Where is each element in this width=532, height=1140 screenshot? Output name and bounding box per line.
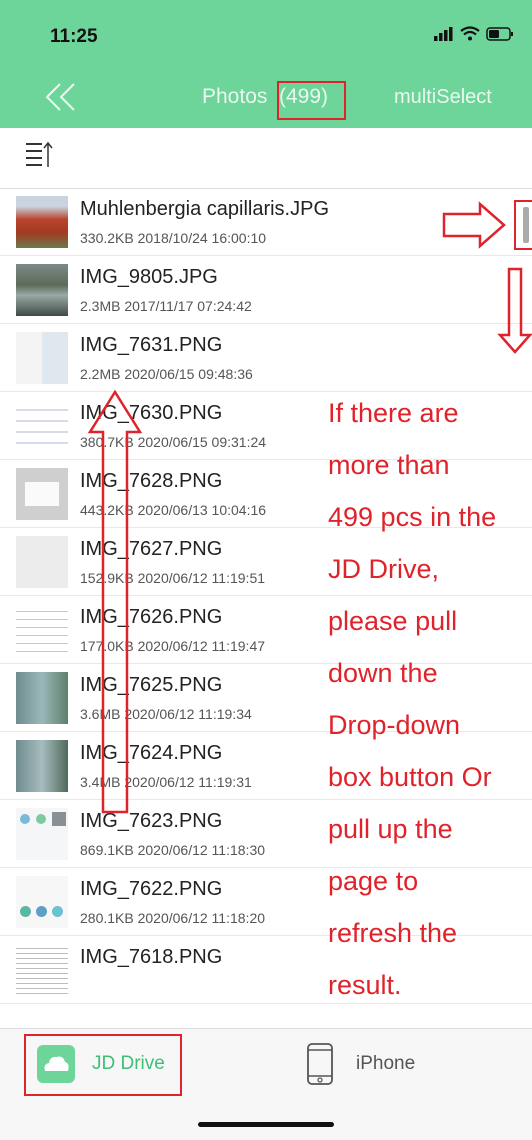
- file-name: IMG_7622.PNG: [80, 878, 223, 900]
- back-double-chevron-icon[interactable]: [44, 82, 78, 112]
- file-meta: 152.9KB 2020/06/12 11:19:51: [80, 570, 266, 586]
- annotation-line: refresh the: [328, 918, 458, 948]
- file-meta: 330.2KB 2018/10/24 16:00:10: [80, 230, 267, 246]
- file-thumbnail: [16, 536, 68, 588]
- file-thumbnail: [16, 468, 68, 520]
- multi-select-button[interactable]: multiSelect: [394, 86, 492, 109]
- file-name: IMG_7627.PNG: [80, 538, 223, 560]
- annotation-text: If there are more than 499 pcs in the JD…: [328, 398, 532, 1022]
- annotation-line: result.: [328, 970, 402, 1000]
- status-bar: 11:25: [0, 0, 532, 70]
- annotation-line: please pull: [328, 606, 458, 636]
- file-name: IMG_7618.PNG: [80, 946, 223, 968]
- file-meta: 280.1KB 2020/06/12 11:18:20: [80, 910, 266, 926]
- count-highlight-box: [277, 81, 346, 120]
- phone-icon: [307, 1043, 333, 1085]
- annotation-line: Drop-down: [328, 710, 461, 740]
- annotation-line: 499 pcs in the: [328, 502, 497, 532]
- annotation-line: down the: [328, 658, 438, 688]
- status-icons: [434, 26, 514, 41]
- file-thumbnail: [16, 604, 68, 656]
- navigation-bar: Photos (499) multiSelect: [0, 70, 532, 128]
- file-name: IMG_9805.JPG: [80, 266, 218, 288]
- file-name: IMG_7631.PNG: [80, 334, 223, 356]
- file-meta: 443.2KB 2020/06/13 10:04:16: [80, 502, 267, 518]
- dropdown-box-button[interactable]: [514, 200, 532, 250]
- signal-icon: [434, 26, 453, 41]
- file-name: IMG_7630.PNG: [80, 402, 223, 424]
- file-name: IMG_7623.PNG: [80, 810, 223, 832]
- sort-icon[interactable]: [25, 140, 55, 170]
- file-thumbnail: [16, 740, 68, 792]
- file-meta: 2.2MB 2020/06/15 09:48:36: [80, 366, 253, 382]
- file-meta: 380.7KB 2020/06/15 09:31:24: [80, 434, 267, 450]
- annotation-line: box button Or: [328, 762, 492, 792]
- file-name: IMG_7626.PNG: [80, 606, 223, 628]
- tab-label: iPhone: [356, 1053, 416, 1074]
- file-name: IMG_7625.PNG: [80, 674, 223, 696]
- file-name: IMG_7628.PNG: [80, 470, 223, 492]
- file-row[interactable]: IMG_9805.JPG 2.3MB 2017/11/17 07:24:42: [0, 256, 532, 324]
- file-row[interactable]: IMG_7631.PNG 2.2MB 2020/06/15 09:48:36: [0, 324, 532, 392]
- file-meta: 869.1KB 2020/06/12 11:18:30: [80, 842, 266, 858]
- battery-icon: [486, 26, 513, 41]
- file-meta: 177.0KB 2020/06/12 11:19:47: [80, 638, 266, 654]
- file-thumbnail: [16, 876, 68, 928]
- file-thumbnail: [16, 332, 68, 384]
- file-meta: 3.4MB 2020/06/12 11:19:31: [80, 774, 252, 790]
- file-meta: 3.6MB 2020/06/12 11:19:34: [80, 706, 252, 722]
- wifi-icon: [460, 26, 480, 41]
- list-toolbar: [0, 128, 532, 189]
- annotation-line: page to: [328, 866, 419, 896]
- annotation-line: pull up the: [328, 814, 453, 844]
- file-thumbnail: [16, 264, 68, 316]
- tab-iphone[interactable]: iPhone: [306, 1043, 426, 1085]
- annotation-line: If there are: [328, 398, 459, 428]
- file-name: Muhlenbergia capillaris.JPG: [80, 198, 330, 220]
- file-row[interactable]: Muhlenbergia capillaris.JPG 330.2KB 2018…: [0, 188, 532, 256]
- page-title: Photos: [202, 85, 268, 108]
- file-thumbnail: [16, 672, 68, 724]
- file-thumbnail: [16, 944, 68, 996]
- status-time: 11:25: [50, 26, 98, 47]
- home-indicator: [198, 1122, 334, 1127]
- file-name: IMG_7624.PNG: [80, 742, 223, 764]
- file-meta: 2.3MB 2017/11/17 07:24:42: [80, 298, 252, 314]
- file-thumbnail: [16, 400, 68, 452]
- annotation-line: JD Drive,: [328, 554, 440, 584]
- annotation-line: more than: [328, 450, 450, 480]
- file-thumbnail: [16, 808, 68, 860]
- jd-drive-highlight-box: [24, 1034, 182, 1096]
- file-thumbnail: [16, 196, 68, 248]
